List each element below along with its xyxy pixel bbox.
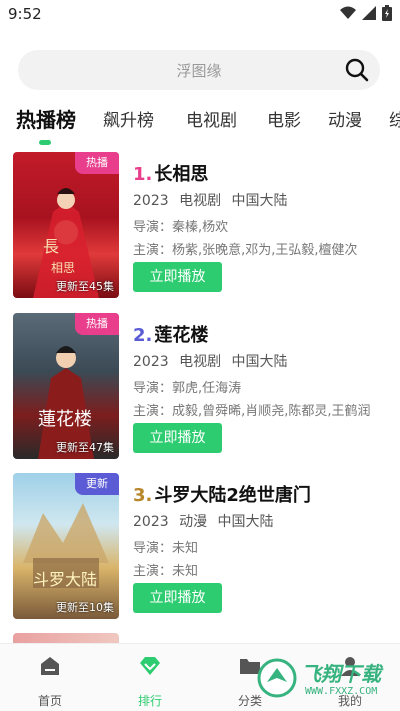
status-bar: 9:52: [0, 0, 400, 28]
item-title: 长相思: [154, 164, 209, 185]
svg-text:蓮花楼: 蓮花楼: [38, 409, 92, 430]
item-director: 导演：郭虎,任海涛: [133, 381, 242, 396]
title-row[interactable]: 2. 莲花楼: [133, 321, 208, 347]
item-meta: 2023 动漫 中国大陆: [133, 511, 280, 531]
episode-progress: 更新至47集: [56, 441, 114, 454]
item-category: 电视剧: [179, 193, 222, 209]
play-button[interactable]: 立即播放: [133, 262, 222, 292]
status-badge: 热播: [75, 152, 119, 174]
category-tabs: 热播榜 飙升榜 电视剧 电影 动漫 综: [0, 100, 400, 140]
list-item[interactable]: 蓮花楼 热播 更新至47集 2. 莲花楼 2023 电视剧 中国大陆 导演：郭虎,…: [0, 313, 400, 463]
item-category: 电视剧: [179, 354, 222, 370]
title-row[interactable]: 1. 长相思: [133, 160, 208, 186]
search-icon[interactable]: [344, 57, 370, 83]
svg-text:斗罗大陆: 斗罗大陆: [33, 570, 97, 589]
item-year: 2023: [133, 354, 169, 370]
poster-image[interactable]: 蓮花楼 热播 更新至47集: [13, 313, 119, 459]
watermark-text: 飞翔下载: [301, 662, 381, 686]
tab-hot[interactable]: 热播榜: [16, 104, 76, 133]
item-title: 莲花楼: [154, 325, 209, 346]
signal-icon: [362, 6, 376, 20]
episode-progress: 更新至10集: [56, 601, 114, 614]
tab-tv[interactable]: 电视剧: [186, 106, 237, 131]
site-watermark: 飞翔下载 WWW.FXXZ.COM: [255, 652, 400, 707]
item-year: 2023: [133, 193, 169, 209]
item-title: 斗罗大陆2绝世唐门: [154, 485, 311, 506]
item-region: 中国大陆: [231, 354, 288, 370]
item-cast: 主演：未知: [133, 564, 199, 579]
tab-movie[interactable]: 电影: [267, 106, 301, 131]
play-button[interactable]: 立即播放: [133, 423, 222, 453]
item-region: 中国大陆: [217, 514, 274, 530]
item-cast: 主演：杨紫,张晚意,邓为,王弘毅,檀健次: [133, 243, 358, 258]
status-badge: 热播: [75, 313, 119, 335]
tab-rising[interactable]: 飙升榜: [103, 106, 154, 131]
poster-image[interactable]: 斗罗大陆 更新 更新至10集: [13, 473, 119, 619]
poster-image[interactable]: 長 相思 热播 更新至45集: [13, 152, 119, 298]
status-icons: [340, 5, 392, 21]
item-region: 中国大陆: [231, 193, 288, 209]
tab-variety[interactable]: 综: [389, 106, 400, 131]
search-input[interactable]: 浮图缘: [18, 50, 380, 90]
ranking-diamond-icon: [140, 657, 160, 675]
search-placeholder: 浮图缘: [176, 62, 222, 80]
nav-label: 首页: [37, 694, 62, 708]
item-director: 导演：未知: [133, 541, 199, 556]
nav-ranking[interactable]: 排行: [120, 654, 180, 709]
item-year: 2023: [133, 514, 169, 530]
tab-anime[interactable]: 动漫: [328, 106, 362, 131]
battery-icon: [382, 5, 392, 21]
nav-label: 排行: [137, 694, 162, 708]
list-item[interactable]: 長 相思 热播 更新至45集 1. 长相思 2023 电视剧 中国大陆 导演：秦榛…: [0, 152, 400, 302]
wifi-icon: [340, 6, 356, 19]
item-category: 动漫: [179, 514, 208, 530]
title-row[interactable]: 3. 斗罗大陆2绝世唐门: [133, 481, 311, 507]
episode-progress: 更新至45集: [56, 280, 114, 293]
list-item[interactable]: 斗罗大陆 更新 更新至10集 3. 斗罗大陆2绝世唐门 2023 动漫 中国大陆 …: [0, 473, 400, 623]
rank-number: 2.: [133, 325, 153, 346]
rank-number: 1.: [133, 164, 153, 185]
tab-indicator: [39, 140, 51, 145]
item-cast: 主演：成毅,曾舜晞,肖顺尧,陈都灵,王鹤润: [133, 404, 371, 419]
rank-number: 3.: [133, 485, 153, 506]
item-director: 导演：秦榛,杨欢: [133, 220, 229, 235]
svg-text:長: 長: [43, 237, 59, 256]
play-button[interactable]: 立即播放: [133, 583, 222, 613]
nav-home[interactable]: 首页: [20, 654, 80, 709]
status-badge: 更新: [75, 473, 119, 495]
item-meta: 2023 电视剧 中国大陆: [133, 351, 294, 371]
item-meta: 2023 电视剧 中国大陆: [133, 190, 294, 210]
home-icon: [41, 657, 59, 675]
status-time: 9:52: [8, 5, 42, 23]
svg-text:相思: 相思: [51, 261, 75, 275]
watermark-url: WWW.FXXZ.COM: [305, 686, 378, 697]
watermark-logo-icon: [257, 658, 297, 698]
